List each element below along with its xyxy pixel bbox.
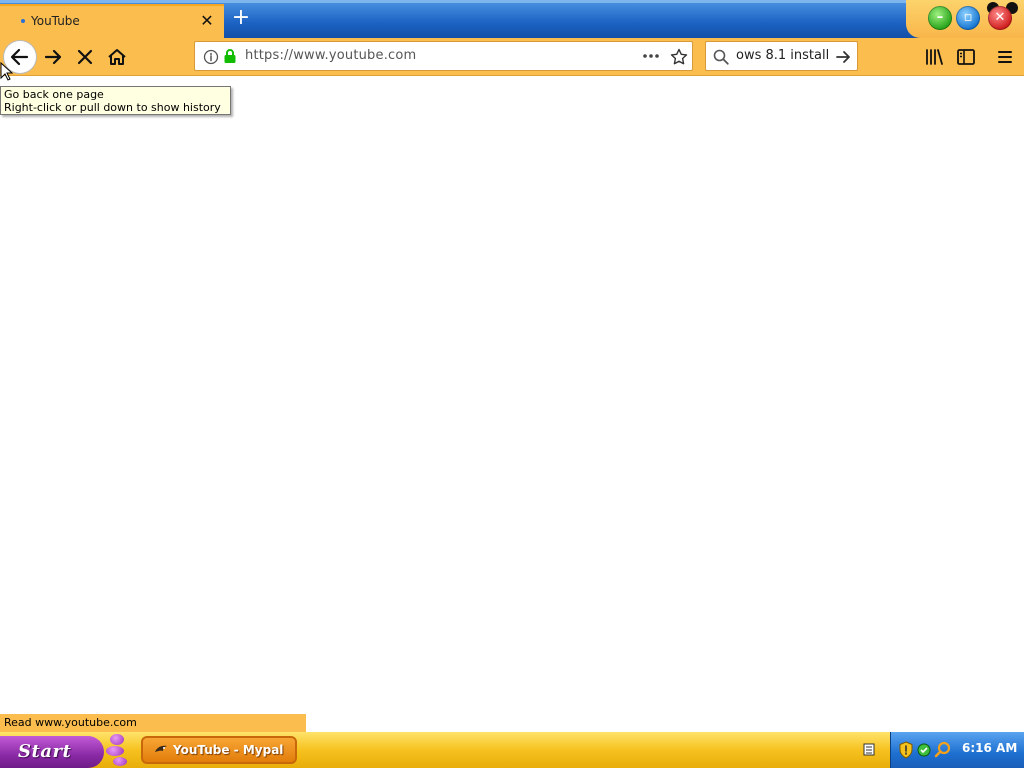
- tab-title: YouTube: [31, 14, 80, 28]
- network-icon[interactable]: [862, 742, 876, 758]
- tab-loading-icon: [21, 19, 25, 23]
- url-bar[interactable]: https://www.youtube.com: [194, 41, 693, 71]
- start-label: Start: [18, 741, 72, 762]
- lock-icon[interactable]: [223, 48, 237, 64]
- search-go-icon[interactable]: [834, 48, 852, 66]
- tab-youtube[interactable]: YouTube ✕: [0, 4, 224, 38]
- tooltip-line-1: Go back one page: [4, 88, 104, 101]
- tray-app-icon[interactable]: [916, 741, 932, 759]
- magnifier-icon[interactable]: [934, 741, 952, 759]
- forward-button[interactable]: [39, 43, 67, 71]
- menu-icon: [998, 51, 1012, 63]
- search-input[interactable]: ows 8.1 install: [736, 48, 829, 63]
- back-tooltip: Go back one page Right-click or pull dow…: [0, 86, 231, 115]
- start-decoration-icon: [113, 757, 127, 766]
- menu-button[interactable]: [991, 43, 1019, 71]
- window-close-button[interactable]: ✕: [988, 6, 1012, 30]
- page-content[interactable]: [0, 76, 1024, 714]
- library-icon: [926, 49, 943, 65]
- sidebar-button[interactable]: [952, 43, 980, 71]
- start-button[interactable]: Start: [0, 736, 104, 768]
- mouse-cursor-icon: [0, 62, 14, 81]
- tab-close-icon[interactable]: ✕: [198, 11, 216, 31]
- mypal-app-icon: [155, 745, 167, 752]
- stop-icon: [77, 49, 93, 65]
- info-icon[interactable]: [203, 49, 219, 65]
- search-icon: [713, 49, 729, 65]
- taskbar-item-youtube[interactable]: YouTube - Mypal: [141, 736, 297, 764]
- library-button[interactable]: [920, 43, 948, 71]
- forward-icon: [44, 49, 62, 65]
- taskbar-clock[interactable]: 6:16 AM: [962, 741, 1017, 755]
- new-tab-button[interactable]: +: [228, 4, 254, 34]
- minimize-button[interactable]: –: [928, 6, 952, 30]
- home-icon: [108, 49, 126, 65]
- tab-strip-highlight: [0, 0, 1024, 3]
- stop-button[interactable]: [71, 43, 99, 71]
- status-text: Read www.youtube.com: [0, 714, 306, 732]
- navigation-toolbar: https://www.youtube.com ows 8.1 install: [0, 38, 1024, 76]
- maximize-button[interactable]: ▫: [956, 6, 980, 30]
- shield-icon[interactable]: [898, 741, 914, 759]
- url-text[interactable]: https://www.youtube.com: [245, 48, 416, 63]
- bookmark-star-icon[interactable]: [669, 47, 689, 67]
- tooltip-line-2: Right-click or pull down to show history: [4, 101, 221, 114]
- sidebar-icon: [957, 49, 975, 65]
- page-actions-icon[interactable]: [641, 50, 661, 62]
- taskbar-item-label: YouTube - Mypal: [173, 743, 284, 757]
- home-button[interactable]: [103, 43, 131, 71]
- start-decoration-icon: [106, 746, 124, 756]
- search-bar[interactable]: ows 8.1 install: [705, 41, 858, 71]
- start-decoration-icon: [110, 734, 124, 745]
